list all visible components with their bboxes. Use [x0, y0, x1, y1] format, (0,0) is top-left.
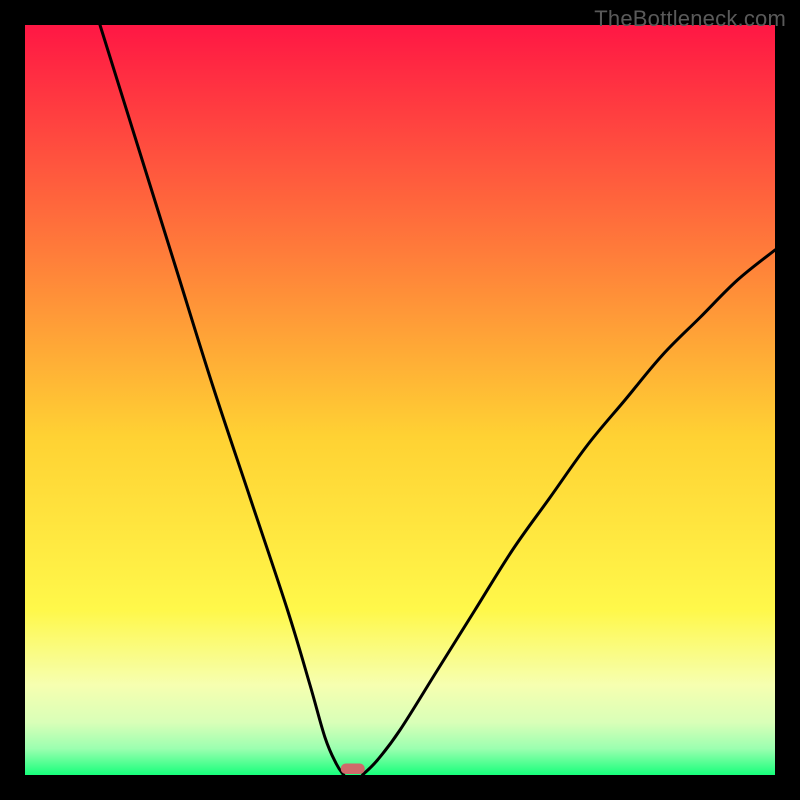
watermark-text: TheBottleneck.com: [594, 6, 786, 32]
chart-svg: [25, 25, 775, 775]
chart-frame: TheBottleneck.com: [0, 0, 800, 800]
chart-plot-area: [25, 25, 775, 775]
chart-background-gradient: [25, 25, 775, 775]
optimal-marker: [341, 764, 365, 775]
